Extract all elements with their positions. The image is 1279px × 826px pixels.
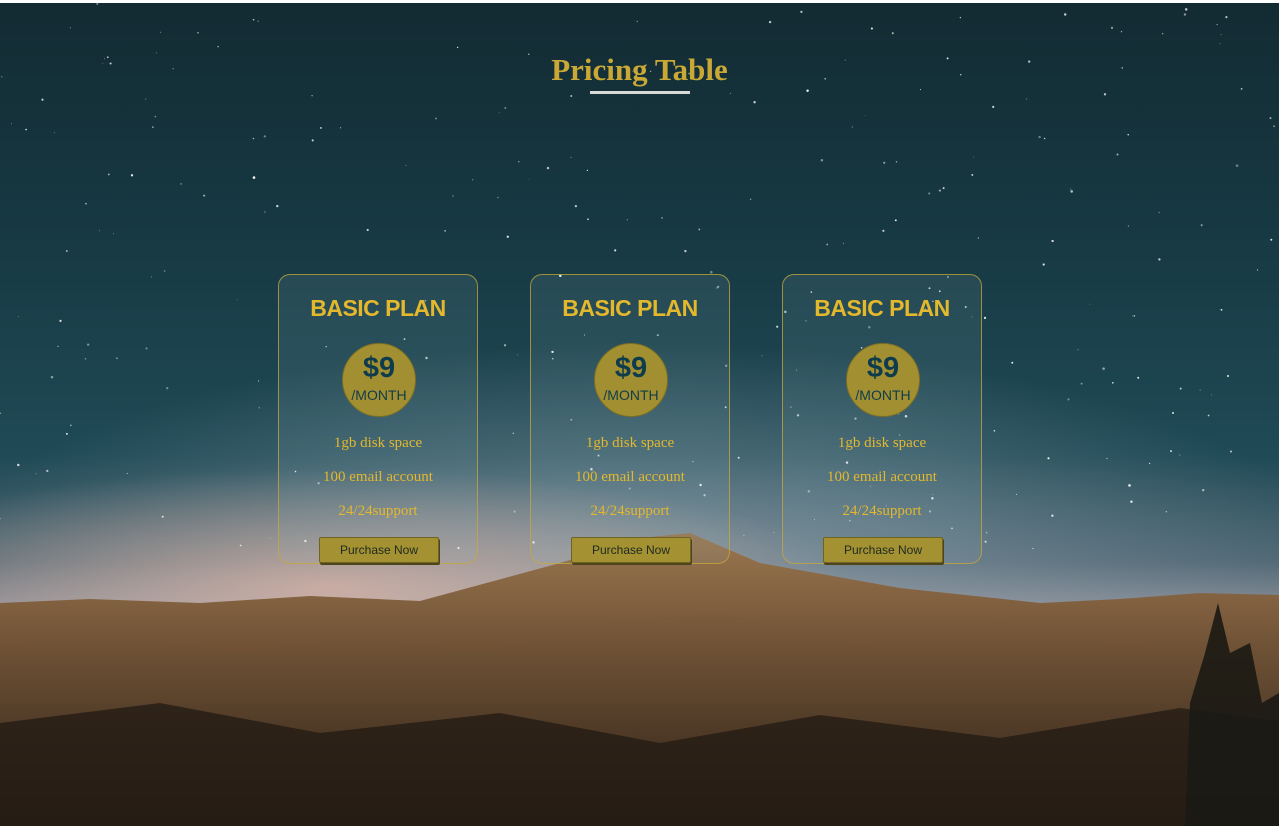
price-period: /MONTH: [351, 387, 407, 403]
feature-item: 1gb disk space: [585, 435, 675, 451]
price-badge: $9 /MONTH: [594, 343, 668, 417]
feature-item: 100 email account: [827, 469, 937, 485]
feature-item: 1gb disk space: [837, 435, 927, 451]
feature-item: 100 email account: [323, 469, 433, 485]
price-badge: $9 /MONTH: [846, 343, 920, 417]
purchase-now-button[interactable]: Purchase Now: [571, 537, 691, 563]
price-amount: $9: [362, 352, 396, 384]
title-underline: [590, 91, 690, 94]
price-amount: $9: [866, 352, 900, 384]
page-title: Pricing Table: [551, 52, 728, 87]
price-period: /MONTH: [855, 387, 911, 403]
feature-item: 1gb disk space: [333, 435, 423, 451]
pricing-card: BASIC PLAN $9 /MONTH 1gb disk space 100 …: [530, 274, 730, 564]
price-period: /MONTH: [603, 387, 659, 403]
feature-item: 24/24support: [338, 503, 418, 519]
feature-item: 24/24support: [842, 503, 922, 519]
purchase-now-button[interactable]: Purchase Now: [823, 537, 943, 563]
feature-item: 24/24support: [590, 503, 670, 519]
purchase-now-button[interactable]: Purchase Now: [319, 537, 439, 563]
pricing-card: BASIC PLAN $9 /MONTH 1gb disk space 100 …: [278, 274, 478, 564]
pricing-card: BASIC PLAN $9 /MONTH 1gb disk space 100 …: [782, 274, 982, 564]
plan-name: BASIC PLAN: [814, 295, 950, 321]
feature-item: 100 email account: [575, 469, 685, 485]
plan-name: BASIC PLAN: [310, 295, 446, 321]
plan-name: BASIC PLAN: [562, 295, 698, 321]
price-amount: $9: [614, 352, 648, 384]
price-badge: $9 /MONTH: [342, 343, 416, 417]
